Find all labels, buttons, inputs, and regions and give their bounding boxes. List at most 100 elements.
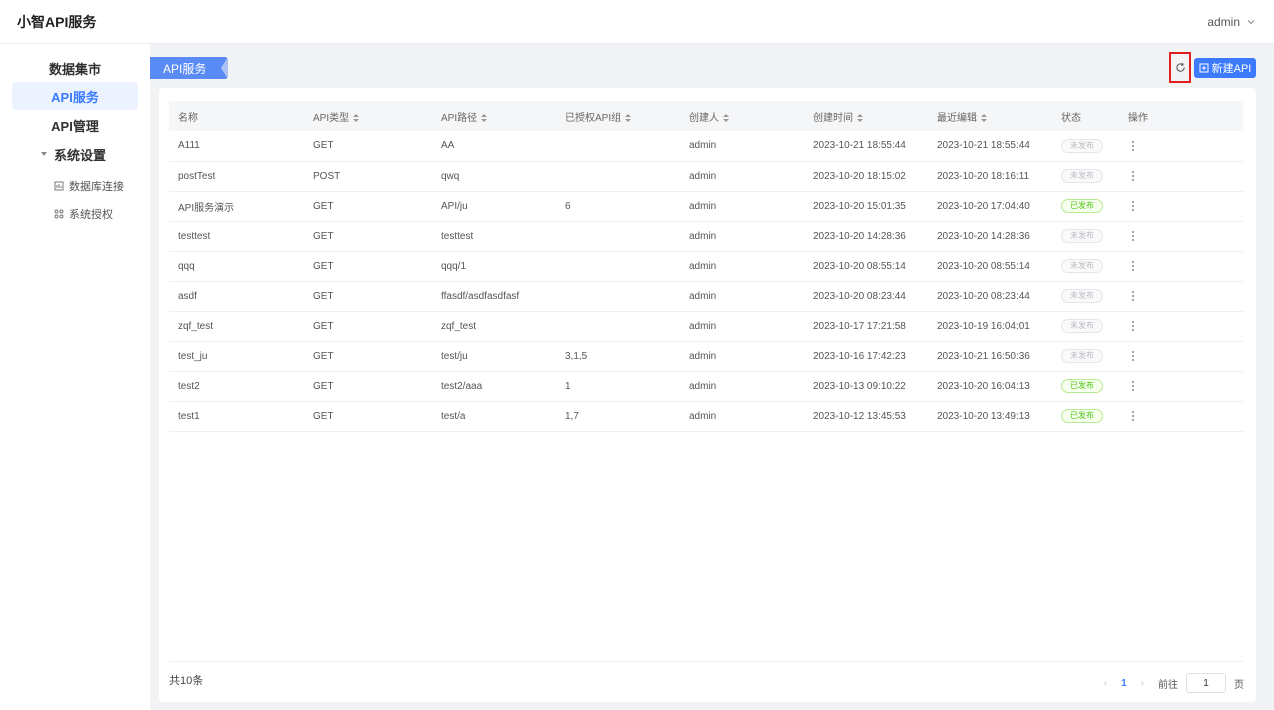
sort-icon xyxy=(481,113,488,122)
cell-status: 已发布 xyxy=(1052,371,1119,402)
cell-creator: admin xyxy=(680,311,804,342)
cell-created-time: 2023-10-20 15:01:35 xyxy=(804,191,928,222)
column-header-name: 名称 xyxy=(169,101,304,131)
cell-api-path: ffasdf/asdfasdfasf xyxy=(432,281,556,312)
sidebar-item-api-service[interactable]: API服务 xyxy=(12,82,138,110)
more-actions-icon[interactable] xyxy=(1128,289,1138,303)
cell-actions xyxy=(1119,221,1243,252)
cell-api-type: GET xyxy=(304,281,432,312)
cell-api-path: test2/aaa xyxy=(432,371,556,402)
more-actions-icon[interactable] xyxy=(1128,229,1138,243)
tab-label: API服务 xyxy=(163,61,207,76)
column-header-created-time[interactable]: 创建时间 xyxy=(804,101,928,131)
more-actions-icon[interactable] xyxy=(1128,379,1138,393)
cell-last-edited: 2023-10-20 17:04:40 xyxy=(928,191,1052,222)
cell-last-edited: 2023-10-20 16:04:13 xyxy=(928,371,1052,402)
more-actions-icon[interactable] xyxy=(1128,409,1138,423)
cell-name: qqq xyxy=(169,251,304,282)
table-row[interactable]: test_ju GET test/ju 3,1,5 admin 2023-10-16 17… xyxy=(169,341,1243,372)
sort-icon xyxy=(353,113,360,122)
sidebar-group-label: 系统设置 xyxy=(54,147,107,163)
table-body: A111 GET AA admin 2023-10-21 18:55:44 2023-10… xyxy=(169,131,1243,432)
status-badge: 未发布 xyxy=(1061,169,1103,183)
cell-name: test_ju xyxy=(169,341,304,372)
prev-page-button[interactable]: ‹ xyxy=(1104,678,1107,689)
total-count: 共10条 xyxy=(169,675,204,687)
sidebar-item-api-management[interactable]: API管理 xyxy=(12,111,138,139)
api-table-card: 名称 API类型 API路径 已授权API组 创建人 创建时间 最近编辑 状态 … xyxy=(159,88,1256,702)
cell-name: zqf_test xyxy=(169,311,304,342)
table-row[interactable]: test2 GET test2/aaa 1 admin 2023-10-13 09:10:… xyxy=(169,371,1243,402)
refresh-button[interactable] xyxy=(1169,52,1191,83)
chevron-down-icon xyxy=(1247,19,1255,24)
table-row[interactable]: API服务演示 GET API/ju 6 admin 2023-10-20 15:01:3… xyxy=(169,191,1243,222)
cell-api-path: test/ju xyxy=(432,341,556,372)
cell-actions xyxy=(1119,281,1243,312)
column-header-authorized-groups[interactable]: 已授权API组 xyxy=(556,101,680,131)
more-actions-icon[interactable] xyxy=(1128,319,1138,333)
sort-icon xyxy=(857,113,863,122)
table-row[interactable]: test1 GET test/a 1,7 admin 2023-10-12 13:45:5… xyxy=(169,401,1243,432)
sidebar-group-system-settings[interactable]: 系统设置 xyxy=(40,143,106,165)
user-menu[interactable]: admin xyxy=(1207,15,1256,29)
cell-status: 未发布 xyxy=(1052,311,1119,342)
table-row[interactable]: asdf GET ffasdf/asdfasdfasf admin 2023-10-20… xyxy=(169,281,1243,312)
cell-actions xyxy=(1119,341,1243,372)
cell-status: 未发布 xyxy=(1052,251,1119,282)
status-badge: 未发布 xyxy=(1061,289,1103,303)
sidebar-item-system-authorization[interactable]: 系统授权 xyxy=(54,204,113,224)
cell-api-path: AA xyxy=(432,131,556,162)
table-row[interactable]: qqq GET qqq/1 admin 2023-10-20 08:55:14 2023-… xyxy=(169,251,1243,282)
more-actions-icon[interactable] xyxy=(1128,169,1138,183)
status-badge: 已发布 xyxy=(1061,379,1103,393)
more-actions-icon[interactable] xyxy=(1128,139,1138,153)
cell-created-time: 2023-10-17 17:21:58 xyxy=(804,311,928,342)
cell-created-time: 2023-10-20 08:23:44 xyxy=(804,281,928,312)
cell-actions xyxy=(1119,371,1243,402)
page-number-1[interactable]: 1 xyxy=(1121,678,1127,689)
column-header-api-path[interactable]: API路径 xyxy=(432,101,556,131)
more-actions-icon[interactable] xyxy=(1128,199,1138,213)
table-row[interactable]: testtest GET testtest admin 2023-10-20 14:28… xyxy=(169,221,1243,252)
new-api-button[interactable]: 新建API xyxy=(1194,58,1256,78)
cell-created-time: 2023-10-20 14:28:36 xyxy=(804,221,928,252)
add-icon xyxy=(1199,63,1209,73)
more-actions-icon[interactable] xyxy=(1128,349,1138,363)
table-row[interactable]: postTest POST qwq admin 2023-10-20 18:15:02 2… xyxy=(169,161,1243,192)
cell-api-type: GET xyxy=(304,191,432,222)
goto-page: 前往 页 xyxy=(1158,673,1244,693)
api-table: 名称 API类型 API路径 已授权API组 创建人 创建时间 最近编辑 状态 … xyxy=(169,101,1243,432)
cell-status: 未发布 xyxy=(1052,131,1119,162)
cell-authorized-groups: 3,1,5 xyxy=(556,341,680,372)
cell-name: asdf xyxy=(169,281,304,312)
column-header-last-edited[interactable]: 最近编辑 xyxy=(928,101,1052,131)
footer-divider xyxy=(169,661,1243,662)
sidebar: 数据集市 API服务 API管理 系统设置 数据库连接 系统授权 xyxy=(0,44,150,710)
sidebar-item-label: API管理 xyxy=(51,118,99,134)
cell-api-path: qqq/1 xyxy=(432,251,556,282)
cell-last-edited: 2023-10-20 08:23:44 xyxy=(928,281,1052,312)
more-actions-icon[interactable] xyxy=(1128,259,1138,273)
column-header-creator[interactable]: 创建人 xyxy=(680,101,804,131)
cell-creator: admin xyxy=(680,371,804,402)
main-area: API服务 新建API 名称 API类型 API路径 已授权API组 创建人 创… xyxy=(150,44,1274,710)
cell-status: 未发布 xyxy=(1052,161,1119,192)
status-badge: 未发布 xyxy=(1061,229,1103,243)
tab-api-service[interactable]: API服务 xyxy=(150,57,229,79)
table-row[interactable]: zqf_test GET zqf_test admin 2023-10-17 17:21… xyxy=(169,311,1243,342)
cell-last-edited: 2023-10-20 18:16:11 xyxy=(928,161,1052,192)
cell-last-edited: 2023-10-20 14:28:36 xyxy=(928,221,1052,252)
table-row[interactable]: A111 GET AA admin 2023-10-21 18:55:44 2023-10… xyxy=(169,131,1243,162)
goto-page-input[interactable] xyxy=(1186,673,1226,693)
next-page-button[interactable]: › xyxy=(1141,678,1144,689)
sidebar-item-data-market[interactable]: 数据集市 xyxy=(12,54,138,82)
cell-creator: admin xyxy=(680,281,804,312)
cell-creator: admin xyxy=(680,401,804,432)
cell-status: 已发布 xyxy=(1052,191,1119,222)
sidebar-item-database-connection[interactable]: 数据库连接 xyxy=(54,176,124,196)
cell-creator: admin xyxy=(680,221,804,252)
sort-icon xyxy=(981,113,987,122)
cell-status: 已发布 xyxy=(1052,401,1119,432)
cell-creator: admin xyxy=(680,131,804,162)
column-header-api-type[interactable]: API类型 xyxy=(304,101,432,131)
